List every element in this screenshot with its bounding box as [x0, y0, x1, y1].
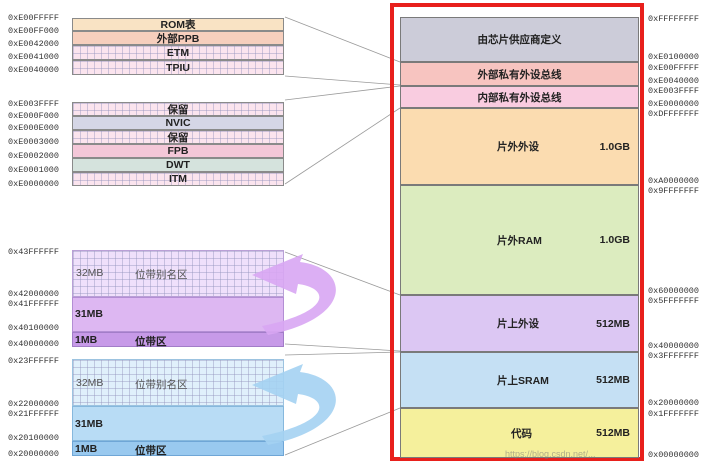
- address-label: 0x00000000: [648, 450, 700, 460]
- region-name: 由芯片供应商定义: [477, 34, 562, 46]
- watermark: https://blog.csdn.net/...: [505, 449, 596, 459]
- vendor-defined-region: 由芯片供应商定义: [400, 17, 639, 62]
- bitband-arrow-icon: [252, 254, 336, 335]
- address-label: 0xE003FFFF: [648, 86, 700, 96]
- address-label: 0xE0000000: [648, 99, 700, 109]
- address-label: 0xE0040000: [648, 76, 700, 86]
- internal-ppb-region: 内部私有外设总线: [400, 86, 639, 108]
- region-size: 512MB: [596, 374, 630, 386]
- address-label: 0xFFFFFFFF: [648, 14, 700, 24]
- region-size: 512MB: [596, 427, 630, 439]
- address-label: 0x40000000: [648, 341, 700, 351]
- address-label: 0x60000000: [648, 286, 700, 296]
- region-size: 1.0GB: [599, 140, 630, 153]
- external-device-region: 片外外设 1.0GB: [400, 108, 639, 185]
- region-name: 片上外设: [497, 318, 539, 330]
- region-size: 512MB: [596, 317, 630, 330]
- address-label: 0xDFFFFFFF: [648, 109, 700, 119]
- address-label: 0x1FFFFFFF: [648, 409, 700, 419]
- address-label: 0xA0000000: [648, 176, 700, 186]
- region-size: 1.0GB: [599, 234, 630, 246]
- region-name: 片外外设: [497, 141, 539, 153]
- address-label: 0x5FFFFFFF: [648, 296, 700, 306]
- address-label: 0x3FFFFFFF: [648, 351, 700, 361]
- region-name: 片上SRAM: [497, 374, 549, 387]
- external-ram-region: 片外RAM 1.0GB: [400, 185, 639, 295]
- region-name: 代码: [511, 427, 532, 440]
- address-label: 0xE0100000: [648, 52, 700, 62]
- region-name: 内部私有外设总线: [477, 91, 562, 104]
- region-name: 片外RAM: [497, 234, 542, 247]
- address-label: 0x20000000: [648, 398, 700, 408]
- peripheral-region: 片上外设 512MB: [400, 295, 639, 352]
- region-name: 外部私有外设总线: [477, 68, 562, 81]
- sram-region: 片上SRAM 512MB: [400, 352, 639, 408]
- address-label: 0xE00FFFFF: [648, 63, 700, 73]
- address-label: 0x9FFFFFFF: [648, 186, 700, 196]
- external-ppb-region: 外部私有外设总线: [400, 62, 639, 86]
- bitband-arrow-icon: [252, 364, 336, 445]
